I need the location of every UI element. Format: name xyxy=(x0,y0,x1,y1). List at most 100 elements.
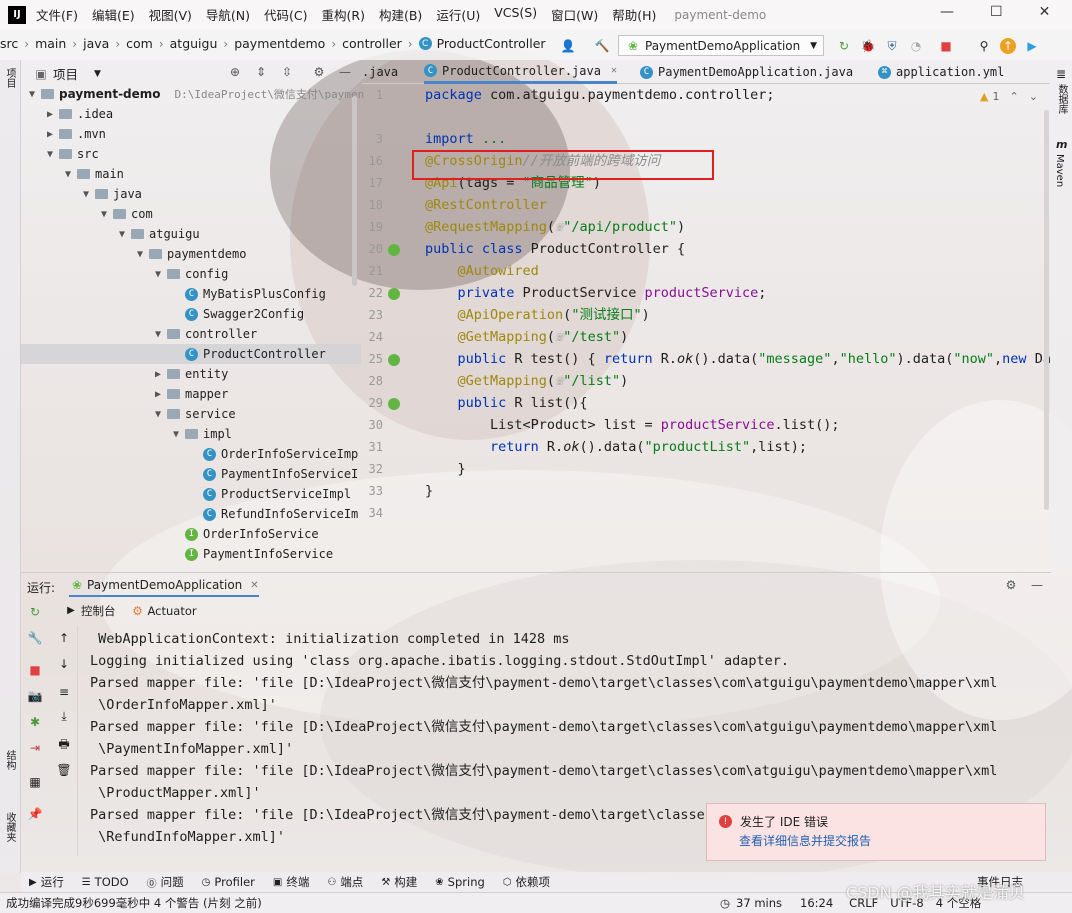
breadcrumb-item[interactable]: controller xyxy=(342,36,402,51)
tree-item[interactable]: C OrderInfoServiceImp xyxy=(191,444,358,464)
pin-icon[interactable]: 📌 xyxy=(27,806,43,822)
hammer-icon[interactable]: 🔨 xyxy=(594,38,610,54)
tree-item[interactable]: C MyBatisPlusConfig xyxy=(173,284,326,304)
menu-item[interactable]: 窗口(W) xyxy=(551,5,598,24)
tree-item[interactable]: ▼ controller xyxy=(155,324,257,344)
gear-icon[interactable]: ⚙ xyxy=(311,64,327,80)
bottom-tool-button[interactable]: ⓪ 问题 xyxy=(147,874,184,890)
chevron-down-icon[interactable]: ⌄ xyxy=(1029,90,1038,103)
tree-item[interactable]: ▼ main xyxy=(65,164,124,184)
tree-item[interactable]: ▶ entity xyxy=(155,364,228,384)
chevron-up-icon[interactable]: ⌃ xyxy=(1009,90,1018,103)
tree-scrollbar[interactable] xyxy=(352,96,357,286)
editor-scrollbar[interactable] xyxy=(1044,110,1049,510)
stop-icon[interactable]: ■ xyxy=(938,38,954,54)
tree-item[interactable]: ▼ atguigu xyxy=(119,224,200,244)
menu-item[interactable]: 重构(R) xyxy=(322,5,365,24)
tree-item[interactable]: C Swagger2Config xyxy=(173,304,304,324)
user-icon[interactable]: 👤 xyxy=(560,38,576,54)
bean-icon[interactable] xyxy=(388,354,400,366)
search-icon[interactable]: ⚲ xyxy=(976,38,992,54)
tree-item[interactable]: ▶ .idea xyxy=(47,104,113,124)
run-config-tab[interactable]: ❀ PaymentDemoApplication ✕ xyxy=(69,577,259,597)
tree-item[interactable]: ▼ service xyxy=(155,404,236,424)
ide-error-notification[interactable]: ! 发生了 IDE 错误 查看详细信息并提交报告 xyxy=(706,803,1046,861)
tree-item[interactable]: I PaymentInfoService xyxy=(173,544,333,564)
chevron-down-icon[interactable]: ▼ xyxy=(94,69,101,79)
bean-icon[interactable] xyxy=(388,244,400,256)
bottom-tool-button[interactable]: ⚇ 端点 xyxy=(327,874,363,890)
hide-icon[interactable]: — xyxy=(1029,577,1045,593)
bottom-tool-button[interactable]: ⬡ 依赖项 xyxy=(503,874,550,890)
bean-icon[interactable] xyxy=(388,288,400,300)
update-icon[interactable]: ↑ xyxy=(1000,37,1016,54)
menu-item[interactable]: 运行(U) xyxy=(436,5,480,24)
tree-item[interactable]: C PaymentInfoServiceI xyxy=(191,464,358,484)
stop-icon[interactable]: ■ xyxy=(27,662,43,678)
tree-item[interactable]: I OrderInfoService xyxy=(173,524,319,544)
project-tool-button[interactable]: 项目 xyxy=(3,68,17,88)
project-panel-title[interactable]: 项目 xyxy=(53,64,78,83)
close-icon[interactable]: ✕ xyxy=(250,580,258,591)
tab-actuator[interactable]: Actuator xyxy=(148,604,197,618)
bottom-tool-button[interactable]: ⚒ 构建 xyxy=(381,874,417,890)
cursor-position[interactable]: 16:24 xyxy=(800,896,833,910)
breadcrumb-item[interactable]: src xyxy=(0,36,18,51)
favorites-tool-button[interactable]: 收藏夹 xyxy=(3,812,17,842)
tree-item[interactable]: ▶ mapper xyxy=(155,384,228,404)
scroll-end-icon[interactable]: ⤓ xyxy=(56,708,72,724)
tree-item[interactable]: ▼ com xyxy=(101,204,153,224)
arrow-up-icon[interactable]: ↑ xyxy=(56,630,72,646)
tree-item[interactable]: ▼ src xyxy=(47,144,99,164)
menu-item[interactable]: 代码(C) xyxy=(264,5,307,24)
layout-icon[interactable]: ▦ xyxy=(27,774,43,790)
breadcrumb-item[interactable]: ProductController xyxy=(437,36,546,51)
breadcrumb-item[interactable]: main xyxy=(35,36,66,51)
menu-item[interactable]: 帮助(H) xyxy=(612,5,656,24)
close-icon[interactable]: ✕ xyxy=(611,65,617,76)
collapse-all-icon[interactable]: ⇳ xyxy=(279,64,295,80)
tree-item[interactable]: ▼ java xyxy=(83,184,142,204)
tree-item[interactable]: C ProductServiceImpl xyxy=(191,484,351,504)
minimize-button[interactable]: — xyxy=(940,4,954,20)
bottom-tool-button[interactable]: ▣ 终端 xyxy=(273,874,309,890)
breadcrumb-item[interactable]: java xyxy=(83,36,109,51)
maven-tool-button[interactable]: Maven xyxy=(1054,154,1065,187)
bottom-tool-button[interactable]: ☰ TODO xyxy=(82,875,129,889)
menu-item[interactable]: 导航(N) xyxy=(206,5,250,24)
menu-item[interactable]: 文件(F) xyxy=(36,5,78,24)
maximize-button[interactable]: ☐ xyxy=(990,4,1003,20)
run-config-dropdown[interactable]: ❀ PaymentDemoApplication ▼ xyxy=(618,35,824,56)
menu-item[interactable]: 视图(V) xyxy=(149,5,192,24)
tree-item[interactable]: C RefundInfoServiceIm xyxy=(191,504,358,524)
gear-icon[interactable]: ⚙ xyxy=(1003,577,1019,593)
bottom-tool-button[interactable]: ❀ Spring xyxy=(435,875,485,889)
breadcrumb-item[interactable]: com xyxy=(126,36,153,51)
rerun-icon[interactable]: ↻ xyxy=(27,604,43,620)
bottom-tool-button[interactable]: ▶ 运行 xyxy=(29,874,64,890)
exit-icon[interactable]: ⇥ xyxy=(27,740,43,756)
trash-icon[interactable]: 🗑 xyxy=(56,762,72,778)
bottom-tool-button[interactable]: ◷ Profiler xyxy=(202,875,255,889)
menu-item[interactable]: 编辑(E) xyxy=(92,5,135,24)
wrench-icon[interactable]: 🔧 xyxy=(27,630,43,646)
breadcrumb-item[interactable]: atguigu xyxy=(170,36,218,51)
bean-icon[interactable] xyxy=(388,398,400,410)
tab-console[interactable]: 控制台 xyxy=(81,603,116,619)
breadcrumb-item[interactable]: paymentdemo xyxy=(234,36,325,51)
editor-tab[interactable]: C PaymentDemoApplication.java xyxy=(640,60,853,84)
expand-all-icon[interactable]: ⇕ xyxy=(253,64,269,80)
print-icon[interactable]: 🖶 xyxy=(56,736,72,752)
tree-item[interactable]: ▼ impl xyxy=(173,424,232,444)
menu-item[interactable]: 构建(B) xyxy=(379,5,422,24)
structure-tool-button[interactable]: 结构 xyxy=(3,750,17,770)
tree-item[interactable]: C ProductController xyxy=(21,344,361,364)
arrow-down-icon[interactable]: ↓ xyxy=(56,656,72,672)
rerun-icon[interactable]: ↻ xyxy=(836,38,852,54)
camera-icon[interactable]: 📷 xyxy=(27,688,43,704)
debug-icon[interactable]: 🐞 xyxy=(860,38,876,54)
locate-icon[interactable]: ⊕ xyxy=(227,64,243,80)
editor-tab[interactable]: ⌘ application.yml xyxy=(878,60,1004,84)
tree-root[interactable]: ▼ payment-demo D:\IdeaProject\微信支付\payme… xyxy=(29,84,364,104)
gateway-icon[interactable]: ▶ xyxy=(1024,38,1040,54)
